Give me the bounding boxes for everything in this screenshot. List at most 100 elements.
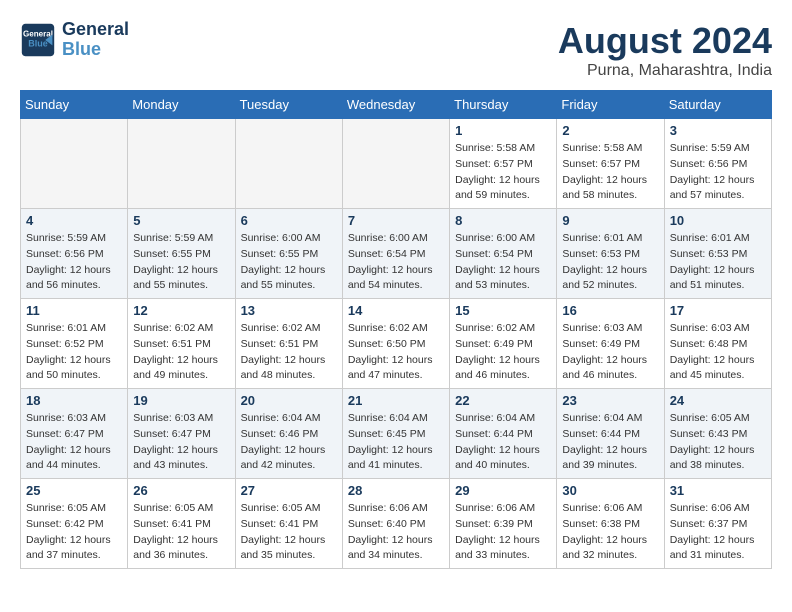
day-info: Sunrise: 6:04 AM Sunset: 6:44 PM Dayligh… [455,411,551,474]
svg-text:Blue: Blue [28,38,48,48]
day-number: 7 [348,213,444,228]
calendar-cell: 18 Sunrise: 6:03 AM Sunset: 6:47 PM Dayl… [21,389,128,479]
day-number: 5 [133,213,229,228]
calendar-week-5: 25 Sunrise: 6:05 AM Sunset: 6:42 PM Dayl… [21,479,772,569]
calendar-cell: 10 Sunrise: 6:01 AM Sunset: 6:53 PM Dayl… [664,209,771,299]
day-info: Sunrise: 6:01 AM Sunset: 6:52 PM Dayligh… [26,321,122,384]
day-number: 24 [670,393,766,408]
day-header-saturday: Saturday [664,91,771,119]
calendar-cell: 27 Sunrise: 6:05 AM Sunset: 6:41 PM Dayl… [235,479,342,569]
day-info: Sunrise: 6:02 AM Sunset: 6:51 PM Dayligh… [133,321,229,384]
day-info: Sunrise: 5:59 AM Sunset: 6:56 PM Dayligh… [26,231,122,294]
calendar-cell: 11 Sunrise: 6:01 AM Sunset: 6:52 PM Dayl… [21,299,128,389]
day-number: 20 [241,393,337,408]
day-header-friday: Friday [557,91,664,119]
calendar-cell: 15 Sunrise: 6:02 AM Sunset: 6:49 PM Dayl… [450,299,557,389]
calendar-cell: 1 Sunrise: 5:58 AM Sunset: 6:57 PM Dayli… [450,119,557,209]
day-number: 18 [26,393,122,408]
calendar-cell: 31 Sunrise: 6:06 AM Sunset: 6:37 PM Dayl… [664,479,771,569]
day-info: Sunrise: 6:01 AM Sunset: 6:53 PM Dayligh… [562,231,658,294]
calendar-cell: 17 Sunrise: 6:03 AM Sunset: 6:48 PM Dayl… [664,299,771,389]
day-info: Sunrise: 6:00 AM Sunset: 6:55 PM Dayligh… [241,231,337,294]
calendar-cell: 24 Sunrise: 6:05 AM Sunset: 6:43 PM Dayl… [664,389,771,479]
calendar-cell: 16 Sunrise: 6:03 AM Sunset: 6:49 PM Dayl… [557,299,664,389]
calendar-cell [235,119,342,209]
day-number: 13 [241,303,337,318]
day-header-tuesday: Tuesday [235,91,342,119]
day-info: Sunrise: 6:03 AM Sunset: 6:47 PM Dayligh… [26,411,122,474]
day-info: Sunrise: 6:00 AM Sunset: 6:54 PM Dayligh… [348,231,444,294]
calendar-cell: 4 Sunrise: 5:59 AM Sunset: 6:56 PM Dayli… [21,209,128,299]
calendar-cell: 3 Sunrise: 5:59 AM Sunset: 6:56 PM Dayli… [664,119,771,209]
day-info: Sunrise: 5:59 AM Sunset: 6:55 PM Dayligh… [133,231,229,294]
calendar-cell: 6 Sunrise: 6:00 AM Sunset: 6:55 PM Dayli… [235,209,342,299]
day-number: 28 [348,483,444,498]
calendar-cell: 20 Sunrise: 6:04 AM Sunset: 6:46 PM Dayl… [235,389,342,479]
day-number: 11 [26,303,122,318]
day-header-wednesday: Wednesday [342,91,449,119]
day-info: Sunrise: 6:03 AM Sunset: 6:48 PM Dayligh… [670,321,766,384]
calendar-week-2: 4 Sunrise: 5:59 AM Sunset: 6:56 PM Dayli… [21,209,772,299]
day-number: 15 [455,303,551,318]
day-number: 23 [562,393,658,408]
calendar-cell: 22 Sunrise: 6:04 AM Sunset: 6:44 PM Dayl… [450,389,557,479]
day-info: Sunrise: 6:05 AM Sunset: 6:41 PM Dayligh… [241,501,337,564]
day-info: Sunrise: 6:02 AM Sunset: 6:51 PM Dayligh… [241,321,337,384]
svg-text:General: General [23,29,53,38]
day-info: Sunrise: 6:04 AM Sunset: 6:46 PM Dayligh… [241,411,337,474]
day-info: Sunrise: 6:06 AM Sunset: 6:38 PM Dayligh… [562,501,658,564]
day-number: 29 [455,483,551,498]
calendar-cell: 2 Sunrise: 5:58 AM Sunset: 6:57 PM Dayli… [557,119,664,209]
calendar-cell: 30 Sunrise: 6:06 AM Sunset: 6:38 PM Dayl… [557,479,664,569]
day-number: 2 [562,123,658,138]
day-info: Sunrise: 6:05 AM Sunset: 6:42 PM Dayligh… [26,501,122,564]
day-info: Sunrise: 6:01 AM Sunset: 6:53 PM Dayligh… [670,231,766,294]
calendar-week-4: 18 Sunrise: 6:03 AM Sunset: 6:47 PM Dayl… [21,389,772,479]
day-info: Sunrise: 6:02 AM Sunset: 6:49 PM Dayligh… [455,321,551,384]
day-info: Sunrise: 6:05 AM Sunset: 6:41 PM Dayligh… [133,501,229,564]
location-subtitle: Purna, Maharashtra, India [558,62,772,80]
calendar-cell: 26 Sunrise: 6:05 AM Sunset: 6:41 PM Dayl… [128,479,235,569]
page-header: General Blue GeneralBlue August 2024 Pur… [20,20,772,80]
calendar-cell: 9 Sunrise: 6:01 AM Sunset: 6:53 PM Dayli… [557,209,664,299]
calendar-cell: 13 Sunrise: 6:02 AM Sunset: 6:51 PM Dayl… [235,299,342,389]
title-area: August 2024 Purna, Maharashtra, India [558,20,772,80]
day-info: Sunrise: 5:59 AM Sunset: 6:56 PM Dayligh… [670,141,766,204]
calendar-cell: 25 Sunrise: 6:05 AM Sunset: 6:42 PM Dayl… [21,479,128,569]
calendar-cell [21,119,128,209]
day-number: 1 [455,123,551,138]
day-info: Sunrise: 6:06 AM Sunset: 6:39 PM Dayligh… [455,501,551,564]
day-header-sunday: Sunday [21,91,128,119]
logo-icon: General Blue [20,22,56,58]
day-number: 27 [241,483,337,498]
day-header-monday: Monday [128,91,235,119]
day-number: 14 [348,303,444,318]
calendar-cell [342,119,449,209]
day-info: Sunrise: 6:06 AM Sunset: 6:40 PM Dayligh… [348,501,444,564]
day-number: 25 [26,483,122,498]
day-number: 12 [133,303,229,318]
calendar-week-3: 11 Sunrise: 6:01 AM Sunset: 6:52 PM Dayl… [21,299,772,389]
day-number: 17 [670,303,766,318]
day-info: Sunrise: 5:58 AM Sunset: 6:57 PM Dayligh… [455,141,551,204]
day-info: Sunrise: 6:02 AM Sunset: 6:50 PM Dayligh… [348,321,444,384]
day-number: 21 [348,393,444,408]
calendar-cell: 23 Sunrise: 6:04 AM Sunset: 6:44 PM Dayl… [557,389,664,479]
calendar-week-1: 1 Sunrise: 5:58 AM Sunset: 6:57 PM Dayli… [21,119,772,209]
logo-text: GeneralBlue [62,20,129,60]
day-info: Sunrise: 6:03 AM Sunset: 6:47 PM Dayligh… [133,411,229,474]
calendar-cell: 21 Sunrise: 6:04 AM Sunset: 6:45 PM Dayl… [342,389,449,479]
calendar-cell: 5 Sunrise: 5:59 AM Sunset: 6:55 PM Dayli… [128,209,235,299]
calendar-cell: 19 Sunrise: 6:03 AM Sunset: 6:47 PM Dayl… [128,389,235,479]
day-number: 19 [133,393,229,408]
day-number: 9 [562,213,658,228]
calendar-cell [128,119,235,209]
day-number: 26 [133,483,229,498]
calendar-cell: 14 Sunrise: 6:02 AM Sunset: 6:50 PM Dayl… [342,299,449,389]
day-number: 30 [562,483,658,498]
day-number: 4 [26,213,122,228]
day-info: Sunrise: 6:04 AM Sunset: 6:45 PM Dayligh… [348,411,444,474]
day-number: 3 [670,123,766,138]
calendar-cell: 8 Sunrise: 6:00 AM Sunset: 6:54 PM Dayli… [450,209,557,299]
day-info: Sunrise: 6:05 AM Sunset: 6:43 PM Dayligh… [670,411,766,474]
